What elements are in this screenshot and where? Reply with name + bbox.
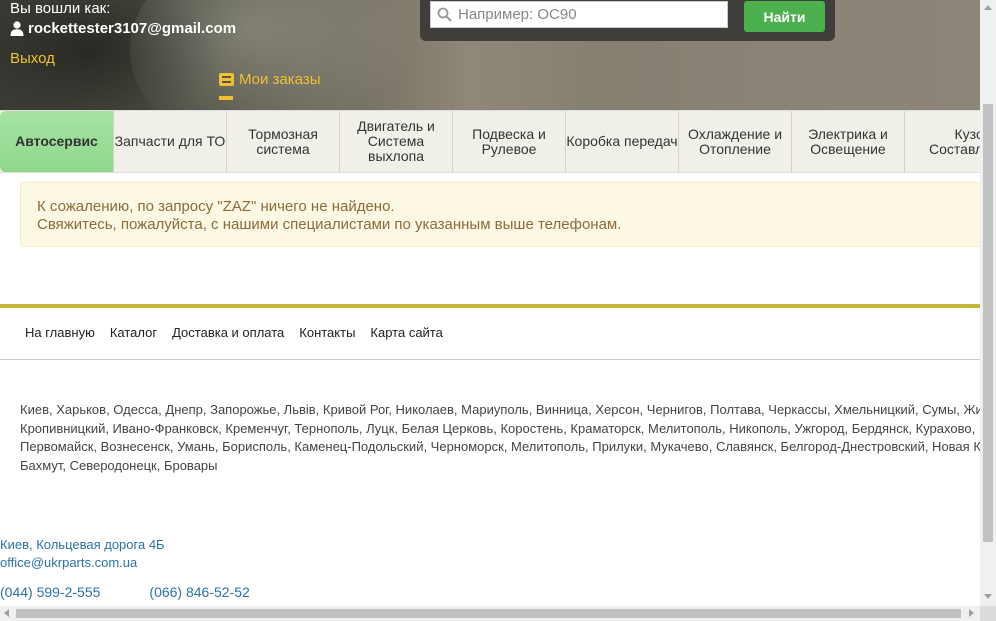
tab-autoservice[interactable]: Автосервис	[0, 111, 114, 172]
cities-line: Первомайск, Вознесенск, Умань, Борисполь…	[20, 439, 980, 454]
footer-divider	[0, 304, 980, 308]
alert-line-2: Свяжитесь, пожалуйста, с нашими специали…	[37, 216, 622, 233]
my-orders-link[interactable]: Мои заказы	[219, 71, 321, 88]
tab-electrics-lighting[interactable]: Электрика и Освещение	[792, 111, 905, 172]
phone-numbers: (044) 599-2-555 (066) 846-52-52	[0, 584, 250, 600]
vertical-scroll-thumb[interactable]	[983, 104, 993, 542]
scrollbar-corner	[980, 606, 996, 621]
alert-line-1: К сожалению, по запросу "ZAZ" ничего не …	[37, 198, 395, 215]
footer-nav: На главную Каталог Доставка и оплата Кон…	[25, 325, 443, 340]
user-email: rockettester3107@gmail.com	[28, 20, 237, 37]
logout-link[interactable]: Выход	[10, 50, 55, 67]
tab-cooling-heating[interactable]: Охлаждение и Отопление	[679, 111, 792, 172]
my-orders-label: Мои заказы	[239, 71, 321, 88]
footer-link-contacts[interactable]: Контакты	[299, 325, 355, 340]
next-menu-item-cut[interactable]	[219, 96, 233, 100]
address-text: Киев, Кольцевая дорога 4Б	[0, 537, 165, 552]
search-button[interactable]: Найти	[744, 1, 825, 32]
tab-brake-system[interactable]: Тормозная система	[227, 111, 340, 172]
horizontal-scroll-thumb[interactable]	[16, 609, 961, 618]
tab-transmission[interactable]: Коробка передач	[566, 111, 679, 172]
cities-line: Киев, Харьков, Одесса, Днепр, Запорожье,…	[20, 402, 980, 417]
category-tabs: Автосервис Запчасти для ТО Тормозная сис…	[0, 110, 980, 173]
scroll-down-arrow-icon[interactable]	[984, 594, 992, 599]
tab-suspension-steering[interactable]: Подвеска и Рулевое	[453, 111, 566, 172]
phone-link-2[interactable]: (066) 846-52-52	[149, 584, 249, 600]
phone-link-1[interactable]: (044) 599-2-555	[0, 584, 100, 600]
footer-link-catalog[interactable]: Каталог	[110, 325, 157, 340]
search-input[interactable]	[452, 5, 720, 24]
cities-list: Киев, Харьков, Одесса, Днепр, Запорожье,…	[20, 401, 980, 475]
list-icon	[219, 73, 234, 86]
horizontal-scrollbar[interactable]	[0, 606, 980, 621]
tab-body-parts[interactable]: Кузов и Составляющие	[905, 111, 980, 172]
contact-block: Киев, Кольцевая дорога 4Б office@ukrpart…	[0, 536, 165, 572]
footer-nav-separator	[0, 359, 980, 360]
cities-line: Бахмут, Северодонецк, Бровары	[20, 457, 218, 473]
cities-line: Кропивницкий, Ивано-Франковск, Кременчуг…	[20, 420, 976, 436]
header-hood-image	[130, 0, 430, 110]
vertical-scrollbar[interactable]	[980, 0, 996, 606]
logged-in-label: Вы вошли как:	[10, 0, 111, 17]
scroll-left-arrow-icon[interactable]	[4, 609, 9, 617]
scroll-up-arrow-icon[interactable]	[984, 5, 992, 10]
email-link[interactable]: office@ukrparts.com.ua	[0, 554, 165, 572]
search-icon	[437, 7, 452, 22]
tab-engine-exhaust[interactable]: Двигатель и Система выхлопа	[340, 111, 453, 172]
scroll-right-arrow-icon[interactable]	[969, 609, 974, 617]
footer-link-home[interactable]: На главную	[25, 325, 95, 340]
tab-service-parts[interactable]: Запчасти для ТО	[114, 111, 227, 172]
page-viewport: Вы вошли как: rockettester3107@gmail.com…	[0, 0, 980, 606]
site-header: Вы вошли как: rockettester3107@gmail.com…	[0, 0, 980, 110]
no-results-alert: К сожалению, по запросу "ZAZ" ничего не …	[20, 182, 980, 247]
search-field[interactable]	[430, 1, 728, 28]
footer-link-delivery[interactable]: Доставка и оплата	[172, 325, 284, 340]
user-account[interactable]: rockettester3107@gmail.com	[10, 20, 236, 37]
footer-link-sitemap[interactable]: Карта сайта	[370, 325, 442, 340]
user-icon	[10, 21, 24, 36]
